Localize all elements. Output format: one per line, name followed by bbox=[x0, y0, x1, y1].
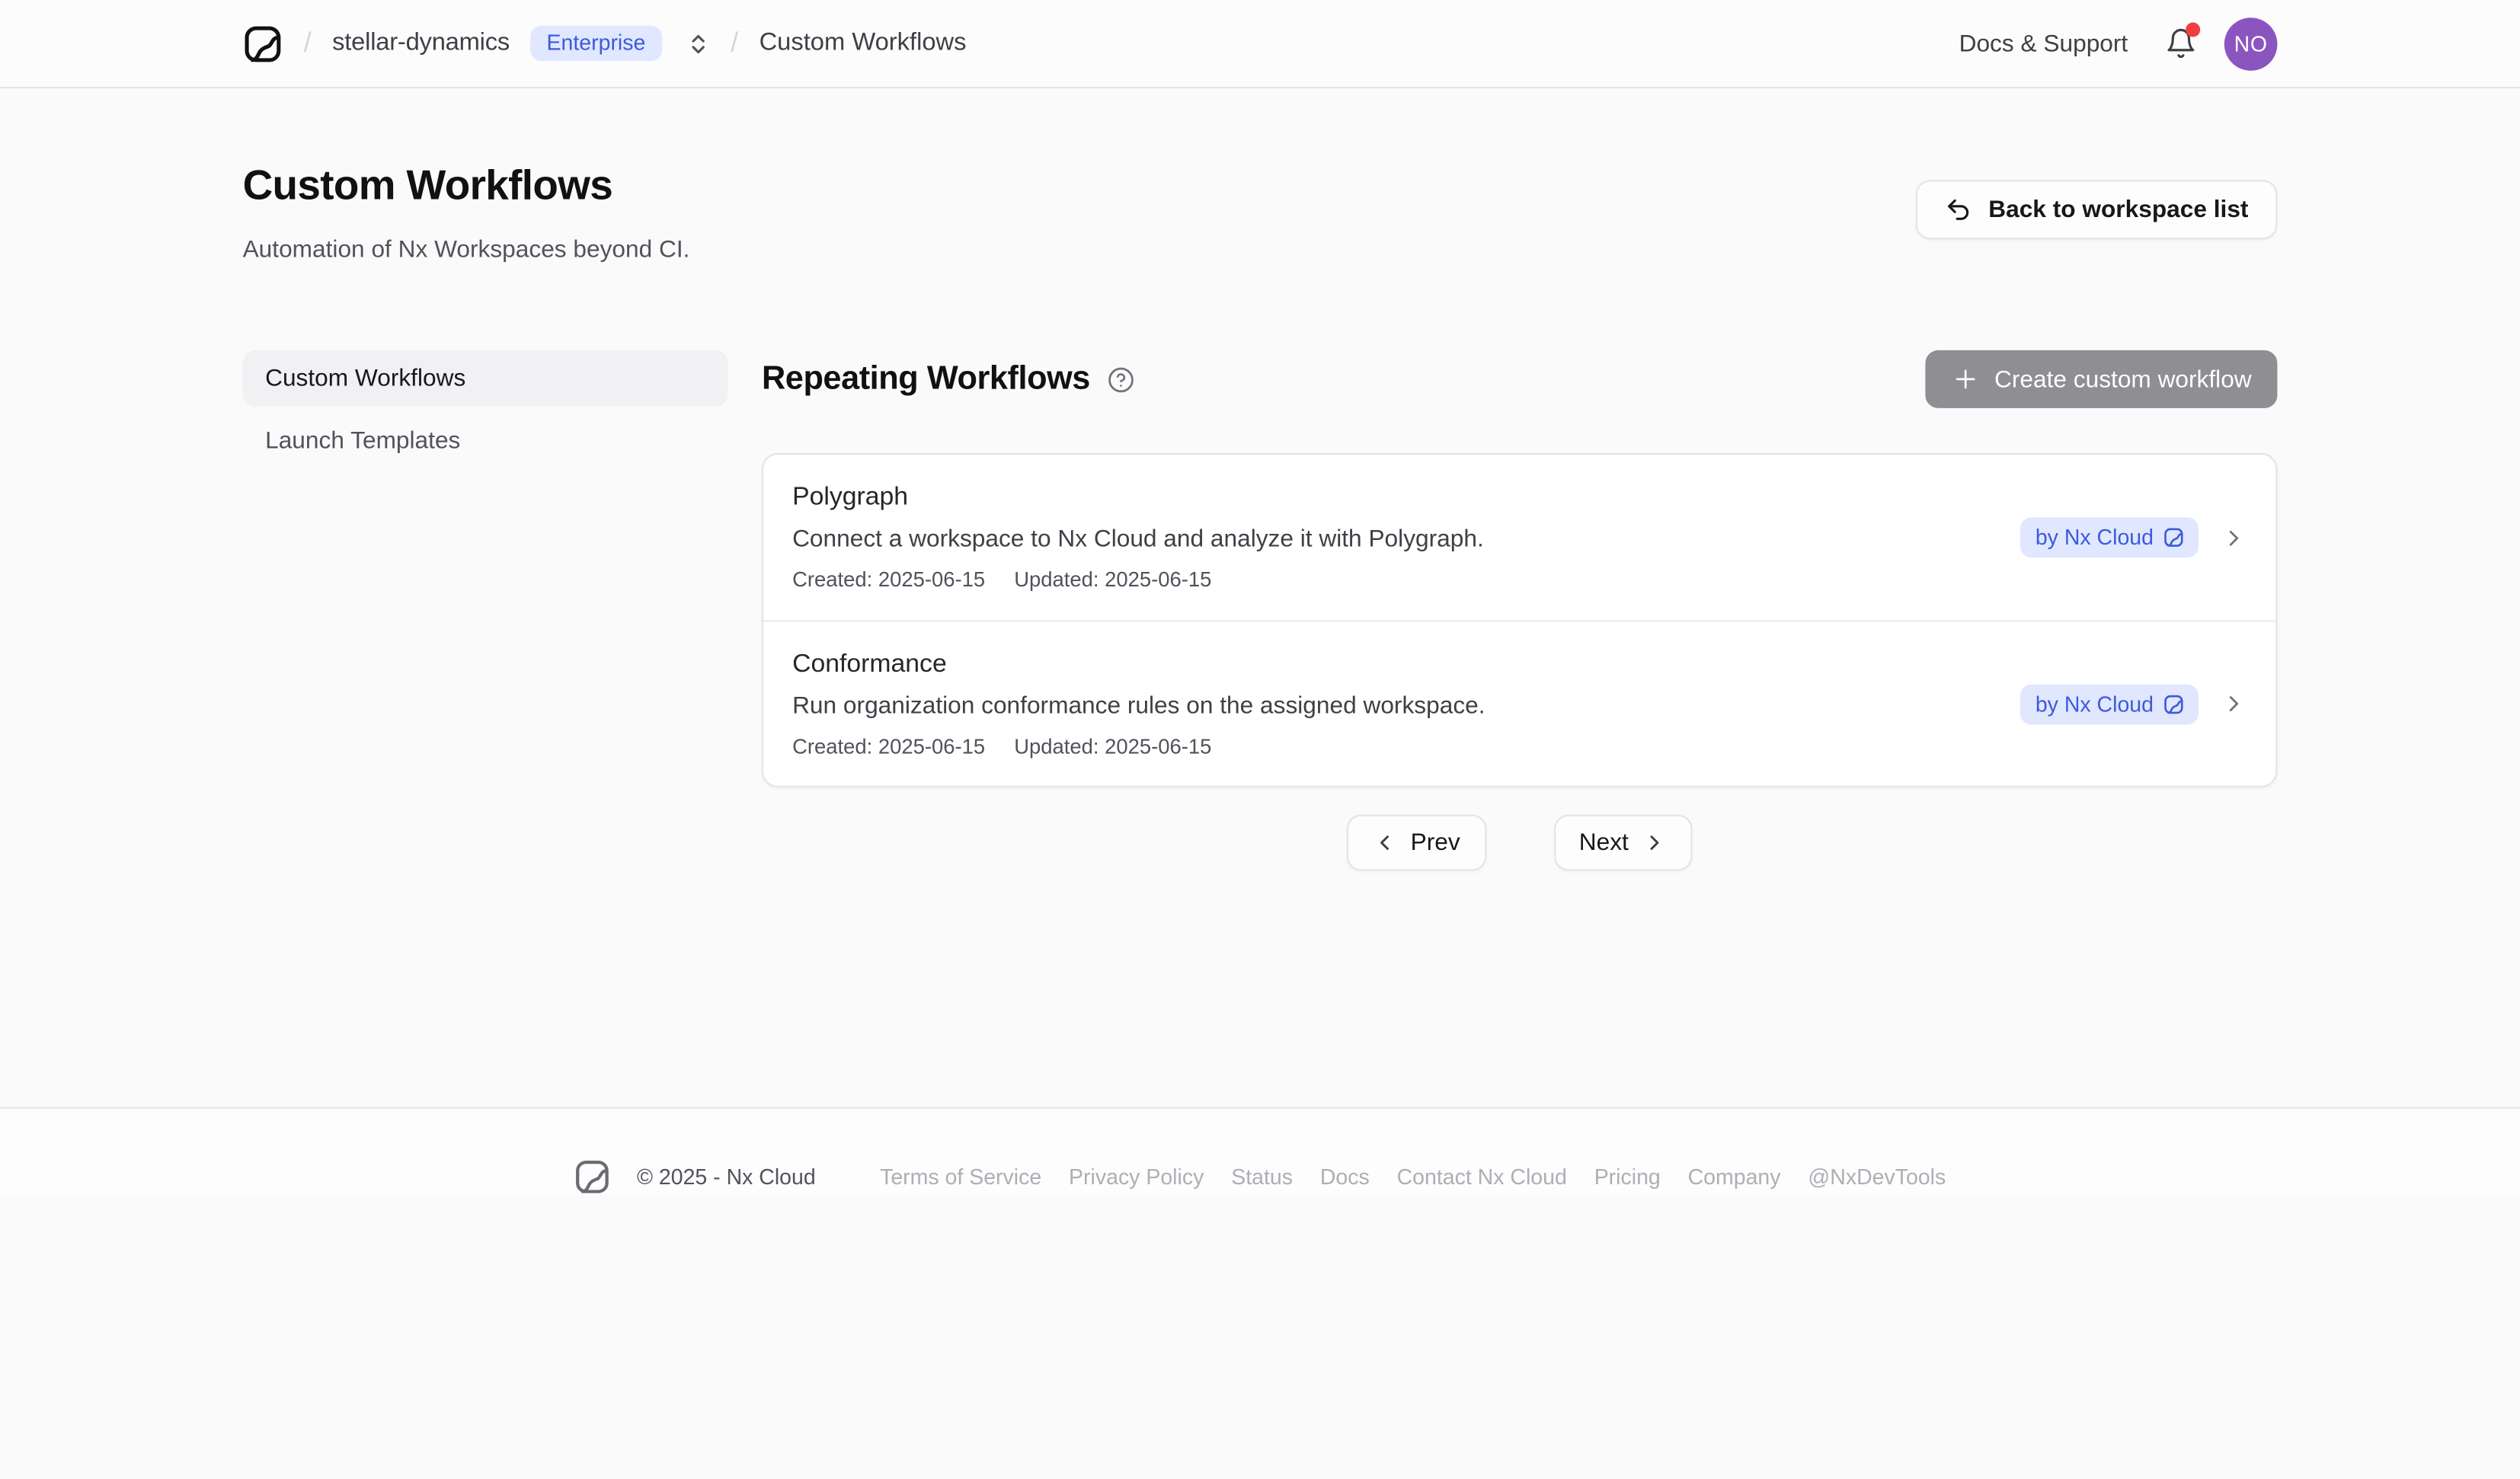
by-nx-cloud-badge[interactable]: by Nx Cloud bbox=[2021, 684, 2199, 724]
docs-support-link[interactable]: Docs & Support bbox=[1959, 30, 2128, 57]
top-navigation: / stellar-dynamics Enterprise / Custom W… bbox=[0, 0, 2520, 88]
footer-link-twitter[interactable]: @NxDevTools bbox=[1808, 1165, 1946, 1190]
main-content: Custom Workflows Automation of Nx Worksp… bbox=[0, 88, 2520, 1109]
workflow-description: Run organization conformance rules on th… bbox=[792, 692, 2021, 719]
by-nx-cloud-badge[interactable]: by Nx Cloud bbox=[2021, 517, 2199, 557]
next-page-button[interactable]: Next bbox=[1553, 815, 1693, 871]
page-title: Custom Workflows bbox=[243, 161, 690, 210]
prev-page-button[interactable]: Prev bbox=[1346, 815, 1485, 871]
footer-link-contact[interactable]: Contact Nx Cloud bbox=[1397, 1165, 1567, 1190]
footer-link-privacy[interactable]: Privacy Policy bbox=[1069, 1165, 1204, 1190]
workflow-updated: Updated: 2025-06-15 bbox=[1014, 733, 1211, 758]
workflow-meta: Created: 2025-06-15 Updated: 2025-06-15 bbox=[792, 567, 2021, 592]
next-label: Next bbox=[1579, 829, 1629, 857]
workflow-created: Created: 2025-06-15 bbox=[792, 733, 985, 758]
chevron-right-icon bbox=[1643, 831, 1668, 855]
workflow-created: Created: 2025-06-15 bbox=[792, 567, 985, 592]
nx-cloud-app: / stellar-dynamics Enterprise / Custom W… bbox=[0, 0, 2520, 1479]
badge-label: by Nx Cloud bbox=[2036, 525, 2154, 550]
nx-logo-icon bbox=[2163, 693, 2184, 714]
workflow-row-actions: by Nx Cloud bbox=[2021, 684, 2247, 724]
page-heading-block: Custom Workflows Automation of Nx Worksp… bbox=[243, 161, 690, 264]
sidebar-item-launch-templates[interactable]: Launch Templates bbox=[243, 413, 728, 469]
breadcrumb-page: Custom Workflows bbox=[760, 29, 967, 58]
workflow-meta: Created: 2025-06-15 Updated: 2025-06-15 bbox=[792, 733, 2021, 758]
workflow-name: Conformance bbox=[792, 650, 2021, 679]
create-button-label: Create custom workflow bbox=[1994, 366, 2252, 393]
page-subtitle: Automation of Nx Workspaces beyond CI. bbox=[243, 236, 690, 264]
notification-dot bbox=[2186, 23, 2200, 37]
footer-link-docs[interactable]: Docs bbox=[1320, 1165, 1370, 1190]
plus-icon bbox=[1951, 365, 1980, 394]
user-avatar[interactable]: NO bbox=[2224, 17, 2278, 70]
footer: © 2025 - Nx Cloud Terms of Service Priva… bbox=[0, 1109, 2520, 1196]
plan-badge: Enterprise bbox=[530, 25, 661, 61]
undo-arrow-icon bbox=[1945, 196, 1972, 223]
prev-label: Prev bbox=[1411, 829, 1460, 857]
create-custom-workflow-button[interactable]: Create custom workflow bbox=[1925, 350, 2277, 408]
breadcrumb-org[interactable]: stellar-dynamics bbox=[332, 29, 510, 58]
footer-link-pricing[interactable]: Pricing bbox=[1594, 1165, 1661, 1190]
workflows-card: Polygraph Connect a workspace to Nx Clou… bbox=[762, 453, 2277, 787]
pagination: Prev Next bbox=[762, 815, 2277, 871]
badge-label: by Nx Cloud bbox=[2036, 692, 2154, 716]
chevron-right-icon bbox=[2221, 525, 2247, 551]
breadcrumb-separator: / bbox=[304, 27, 312, 59]
workflow-row-polygraph[interactable]: Polygraph Connect a workspace to Nx Clou… bbox=[763, 455, 2275, 620]
chevron-left-icon bbox=[1372, 831, 1396, 855]
workflow-name: Polygraph bbox=[792, 484, 2021, 513]
workflow-row-actions: by Nx Cloud bbox=[2021, 517, 2247, 557]
workflow-info: Conformance Run organization conformance… bbox=[792, 650, 2021, 757]
workflow-description: Connect a workspace to Nx Cloud and anal… bbox=[792, 525, 2021, 553]
sidebar-item-custom-workflows[interactable]: Custom Workflows bbox=[243, 350, 728, 407]
header-actions: Docs & Support NO bbox=[1959, 17, 2278, 70]
back-button-label: Back to workspace list bbox=[1988, 196, 2248, 223]
repeating-workflows-panel: Repeating Workflows Create custom workfl… bbox=[762, 350, 2277, 871]
workspace-switcher-icon[interactable] bbox=[686, 31, 710, 56]
workflow-info: Polygraph Connect a workspace to Nx Clou… bbox=[792, 484, 2021, 591]
help-icon[interactable] bbox=[1108, 366, 1135, 393]
nx-cloud-footer-logo-icon bbox=[574, 1158, 612, 1196]
nx-logo-icon bbox=[2163, 527, 2184, 548]
breadcrumb-separator: / bbox=[731, 27, 738, 59]
footer-link-company[interactable]: Company bbox=[1688, 1165, 1781, 1190]
notifications-button[interactable] bbox=[2165, 27, 2197, 59]
footer-link-terms[interactable]: Terms of Service bbox=[880, 1165, 1041, 1190]
copyright-text: © 2025 - Nx Cloud bbox=[637, 1165, 816, 1190]
workflow-updated: Updated: 2025-06-15 bbox=[1014, 567, 1211, 592]
workflow-row-conformance[interactable]: Conformance Run organization conformance… bbox=[763, 620, 2275, 785]
back-to-workspace-list-button[interactable]: Back to workspace list bbox=[1916, 180, 2277, 239]
footer-links: Terms of Service Privacy Policy Status D… bbox=[880, 1165, 1946, 1190]
chevron-right-icon bbox=[2221, 691, 2247, 717]
breadcrumb: / stellar-dynamics Enterprise / Custom W… bbox=[243, 24, 967, 64]
section-title: Repeating Workflows bbox=[762, 360, 1090, 399]
workflows-sidebar: Custom Workflows Launch Templates bbox=[243, 350, 728, 871]
nx-cloud-logo-icon[interactable] bbox=[243, 24, 283, 64]
footer-link-status[interactable]: Status bbox=[1231, 1165, 1293, 1190]
